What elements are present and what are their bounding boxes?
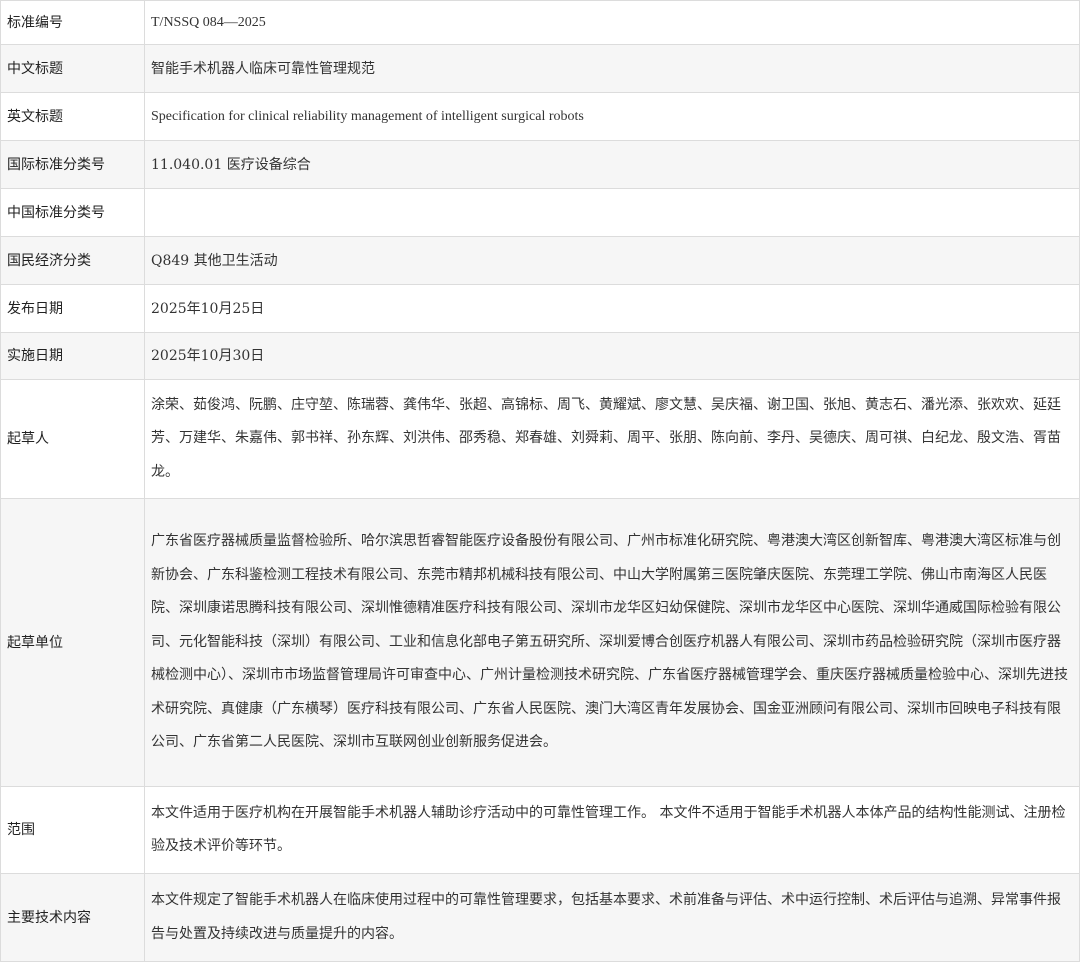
row-ics-code: 国际标准分类号 11.040.01 医疗设备综合 [0,140,1080,189]
label-ccs-code: 中国标准分类号 [0,188,145,237]
value-chinese-title: 智能手术机器人临床可靠性管理规范 [144,44,1080,93]
label-drafters: 起草人 [0,379,145,499]
value-publish-date: 2025年10月25日 [144,284,1080,333]
value-english-title: Specification for clinical reliability m… [144,92,1080,141]
value-scope: 本文件适用于医疗机构在开展智能手术机器人辅助诊疗活动中的可靠性管理工作。 本文件… [144,786,1080,874]
value-standard-number: T/NSSQ 084—2025 [144,0,1080,45]
value-ccs-code [144,188,1080,237]
label-drafting-units: 起草单位 [0,498,145,787]
row-national-economy-class: 国民经济分类 Q849 其他卫生活动 [0,236,1080,285]
label-chinese-title: 中文标题 [0,44,145,93]
value-ics-code: 11.040.01 医疗设备综合 [144,140,1080,189]
label-scope: 范围 [0,786,145,874]
label-national-economy-class: 国民经济分类 [0,236,145,285]
value-drafters: 涂荣、茹俊鸿、阮鹏、庄守堃、陈瑞蓉、龚伟华、张超、高锦标、周飞、黄耀斌、廖文慧、… [144,379,1080,499]
row-english-title: 英文标题 Specification for clinical reliabil… [0,92,1080,141]
row-drafters: 起草人 涂荣、茹俊鸿、阮鹏、庄守堃、陈瑞蓉、龚伟华、张超、高锦标、周飞、黄耀斌、… [0,379,1080,499]
row-drafting-units: 起草单位 广东省医疗器械质量监督检验所、哈尔滨思哲睿智能医疗设备股份有限公司、广… [0,498,1080,787]
row-publish-date: 发布日期 2025年10月25日 [0,284,1080,333]
row-ccs-code: 中国标准分类号 [0,188,1080,237]
row-chinese-title: 中文标题 智能手术机器人临床可靠性管理规范 [0,44,1080,93]
label-ics-code: 国际标准分类号 [0,140,145,189]
value-implement-date: 2025年10月30日 [144,332,1080,380]
label-english-title: 英文标题 [0,92,145,141]
value-drafting-units: 广东省医疗器械质量监督检验所、哈尔滨思哲睿智能医疗设备股份有限公司、广州市标准化… [144,498,1080,787]
row-implement-date: 实施日期 2025年10月30日 [0,332,1080,380]
label-publish-date: 发布日期 [0,284,145,333]
row-scope: 范围 本文件适用于医疗机构在开展智能手术机器人辅助诊疗活动中的可靠性管理工作。 … [0,786,1080,874]
row-standard-number: 标准编号 T/NSSQ 084—2025 [0,0,1080,45]
row-main-technical-content: 主要技术内容 本文件规定了智能手术机器人在临床使用过程中的可靠性管理要求，包括基… [0,873,1080,962]
value-main-technical-content: 本文件规定了智能手术机器人在临床使用过程中的可靠性管理要求，包括基本要求、术前准… [144,873,1080,962]
label-standard-number: 标准编号 [0,0,145,45]
label-main-technical-content: 主要技术内容 [0,873,145,962]
value-national-economy-class: Q849 其他卫生活动 [144,236,1080,285]
standard-info-table: 标准编号 T/NSSQ 084—2025 中文标题 智能手术机器人临床可靠性管理… [0,0,1080,962]
label-implement-date: 实施日期 [0,332,145,380]
